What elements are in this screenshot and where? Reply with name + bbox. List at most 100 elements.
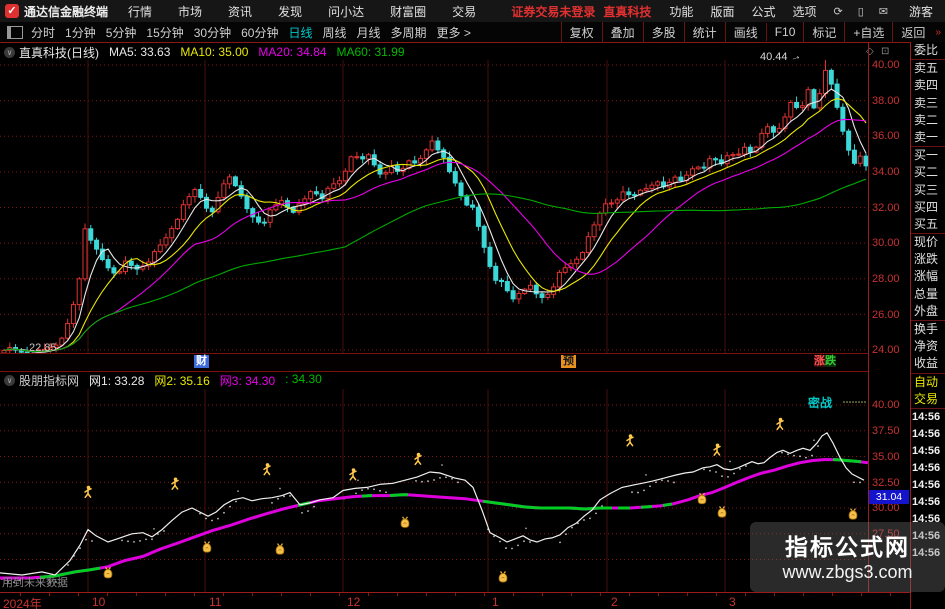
main-chart-canvas[interactable] <box>0 60 868 353</box>
toolbar-button-8[interactable]: 返回 <box>892 21 933 43</box>
ma-label-2: MA20: 34.84 <box>258 45 327 59</box>
main-ytick-4: 32.00 <box>872 202 900 214</box>
high-price-annotation: 40.44→ <box>760 49 803 65</box>
main-ytick-1: 38.00 <box>872 95 900 107</box>
current-stock-name: 直真科技 <box>603 4 652 19</box>
indicator-label-2: 网2: 35.16 <box>154 373 210 388</box>
x-minor-tick <box>890 593 891 596</box>
indicator-dots <box>1 439 861 584</box>
page-icon[interactable]: ⊡ <box>881 46 889 57</box>
menu-item-6[interactable]: 交易 <box>452 3 476 20</box>
period-item-3[interactable]: 15分钟 <box>146 24 183 41</box>
quote-row-总量: 总量 <box>914 286 939 301</box>
event-badge-1[interactable]: 预 <box>561 355 576 368</box>
x-minor-tick <box>455 593 456 596</box>
toolbar-button-7[interactable]: +自选 <box>844 21 892 43</box>
tick-time-row: 14:56 <box>912 478 941 491</box>
indicator-legend: 股朋指标网 网1: 33.28 网2: 35.16 网3: 34.30: 34.30 <box>19 372 332 389</box>
ma-label-1: MA10: 35.00 <box>180 45 249 59</box>
x-minor-tick <box>310 593 311 596</box>
main-chart-title: 直真科技(日线) <box>19 45 99 60</box>
collapse-icon[interactable]: ∨ <box>4 46 15 58</box>
menu-item-5[interactable]: 财富圈 <box>390 3 426 20</box>
period-item-1[interactable]: 1分钟 <box>65 24 96 41</box>
toolbar-button-2[interactable]: 多股 <box>642 21 684 43</box>
x-minor-tick <box>658 593 659 596</box>
indicator-label-1: 网1: 33.28 <box>89 373 145 388</box>
x-minor-tick <box>426 593 427 596</box>
main-ytick-2: 36.00 <box>872 130 900 142</box>
app-logo-icon[interactable]: ✓ <box>5 4 19 18</box>
period-item-0[interactable]: 分时 <box>31 24 55 41</box>
menu-item-1[interactable]: 市场 <box>178 3 202 20</box>
quote-row-卖二: 卖二 <box>914 112 939 127</box>
menu-right-items: 功能 版面 公式 选项 <box>669 3 833 20</box>
candles <box>1 60 868 353</box>
toolbar-button-6[interactable]: 标记 <box>803 21 844 43</box>
ma-legend: MA5: 33.63 MA10: 35.00 MA20: 34.84 MA60: 31… <box>109 45 415 59</box>
quote-row-涨幅: 涨幅 <box>914 269 939 284</box>
period-item-9[interactable]: 多周期 <box>391 24 427 41</box>
runner-icon <box>414 452 422 466</box>
x-axis-label-5: 2 <box>611 595 618 609</box>
auto-trade-row-1[interactable]: 交易 <box>911 391 945 408</box>
sub-chart-canvas[interactable] <box>0 389 868 592</box>
down-label: 跌 <box>825 355 836 367</box>
updown-badge[interactable]: 涨跌 <box>812 355 838 368</box>
period-item-6[interactable]: 日线 <box>288 24 312 41</box>
guest-label[interactable]: 游客 <box>909 3 933 20</box>
toolbar-button-3[interactable]: 统计 <box>683 21 725 43</box>
x-axis-label-6: 3 <box>729 595 736 609</box>
quote-row-买三: 买三 <box>914 182 939 197</box>
period-item-10[interactable]: 更多 > <box>437 24 471 41</box>
main-ytick-8: 24.00 <box>872 344 900 356</box>
mail-icon[interactable]: ✉ <box>879 5 888 18</box>
x-axis-label-3: 12 <box>347 595 361 609</box>
x-minor-tick <box>252 593 253 596</box>
x-minor-tick <box>484 593 485 596</box>
toolbar-button-5[interactable]: F10 <box>765 23 804 41</box>
toolbar-button-4[interactable]: 画线 <box>724 21 766 43</box>
x-axis-label-2: 11 <box>209 595 222 609</box>
menu-item-2[interactable]: 资讯 <box>228 3 252 20</box>
tick-time-row: 14:56 <box>912 495 941 508</box>
menu-item-0[interactable]: 行情 <box>128 3 152 20</box>
sub-chart-title-row: ∨ 股朋指标网 网1: 33.28 网2: 35.16 网3: 34.30: 34.3… <box>0 372 868 388</box>
green-segment <box>482 499 612 511</box>
auto-trade-row-0[interactable]: 自动 <box>911 372 945 391</box>
x-minor-tick <box>281 593 282 596</box>
green-segment <box>361 494 372 498</box>
period-item-2[interactable]: 5分钟 <box>106 24 137 41</box>
up-label: 涨 <box>814 355 825 367</box>
period-item-5[interactable]: 60分钟 <box>241 24 278 41</box>
menu-item-4[interactable]: 问小达 <box>328 3 364 20</box>
info-mine-bar: 财 预 涨跌 <box>0 353 868 372</box>
menu-right-item-1[interactable]: 版面 <box>710 3 734 20</box>
refresh-icon[interactable]: ⟳ <box>833 5 842 18</box>
main-ytick-6: 28.00 <box>872 273 900 285</box>
login-status[interactable]: 证券交易未登录 <box>511 3 595 20</box>
menu-right-item-3[interactable]: 选项 <box>792 3 816 20</box>
x-minor-tick <box>165 593 166 596</box>
menu-right-item-0[interactable]: 功能 <box>669 3 693 20</box>
moneybag-icon <box>848 508 858 520</box>
green-segment <box>662 502 673 507</box>
runner-icon <box>626 434 634 447</box>
toolbar-scroll-icon[interactable]: » <box>933 27 945 38</box>
period-item-8[interactable]: 月线 <box>357 24 381 41</box>
event-badge-0[interactable]: 财 <box>194 355 209 368</box>
period-item-7[interactable]: 周线 <box>322 24 346 41</box>
collapse-icon[interactable]: ∨ <box>4 374 15 386</box>
period-item-4[interactable]: 30分钟 <box>194 24 231 41</box>
mobile-icon[interactable]: ▯ <box>858 5 864 18</box>
quote-row-买五: 买五 <box>914 216 939 231</box>
x-minor-tick <box>513 593 514 596</box>
menu-right-item-2[interactable]: 公式 <box>751 3 775 20</box>
x-minor-tick <box>832 593 833 596</box>
menu-item-3[interactable]: 发现 <box>278 3 302 20</box>
layout-split-icon[interactable] <box>7 25 23 39</box>
runner-icon <box>263 463 271 476</box>
toolbar-button-1[interactable]: 叠加 <box>601 21 643 43</box>
toolbar-button-0[interactable]: 复权 <box>560 21 602 43</box>
menu-bar: ✓ 通达信金融终端 行情 市场 资讯 发现 问小达 财富圈 交易 证券交易未登录 直真科技 … <box>0 0 945 23</box>
